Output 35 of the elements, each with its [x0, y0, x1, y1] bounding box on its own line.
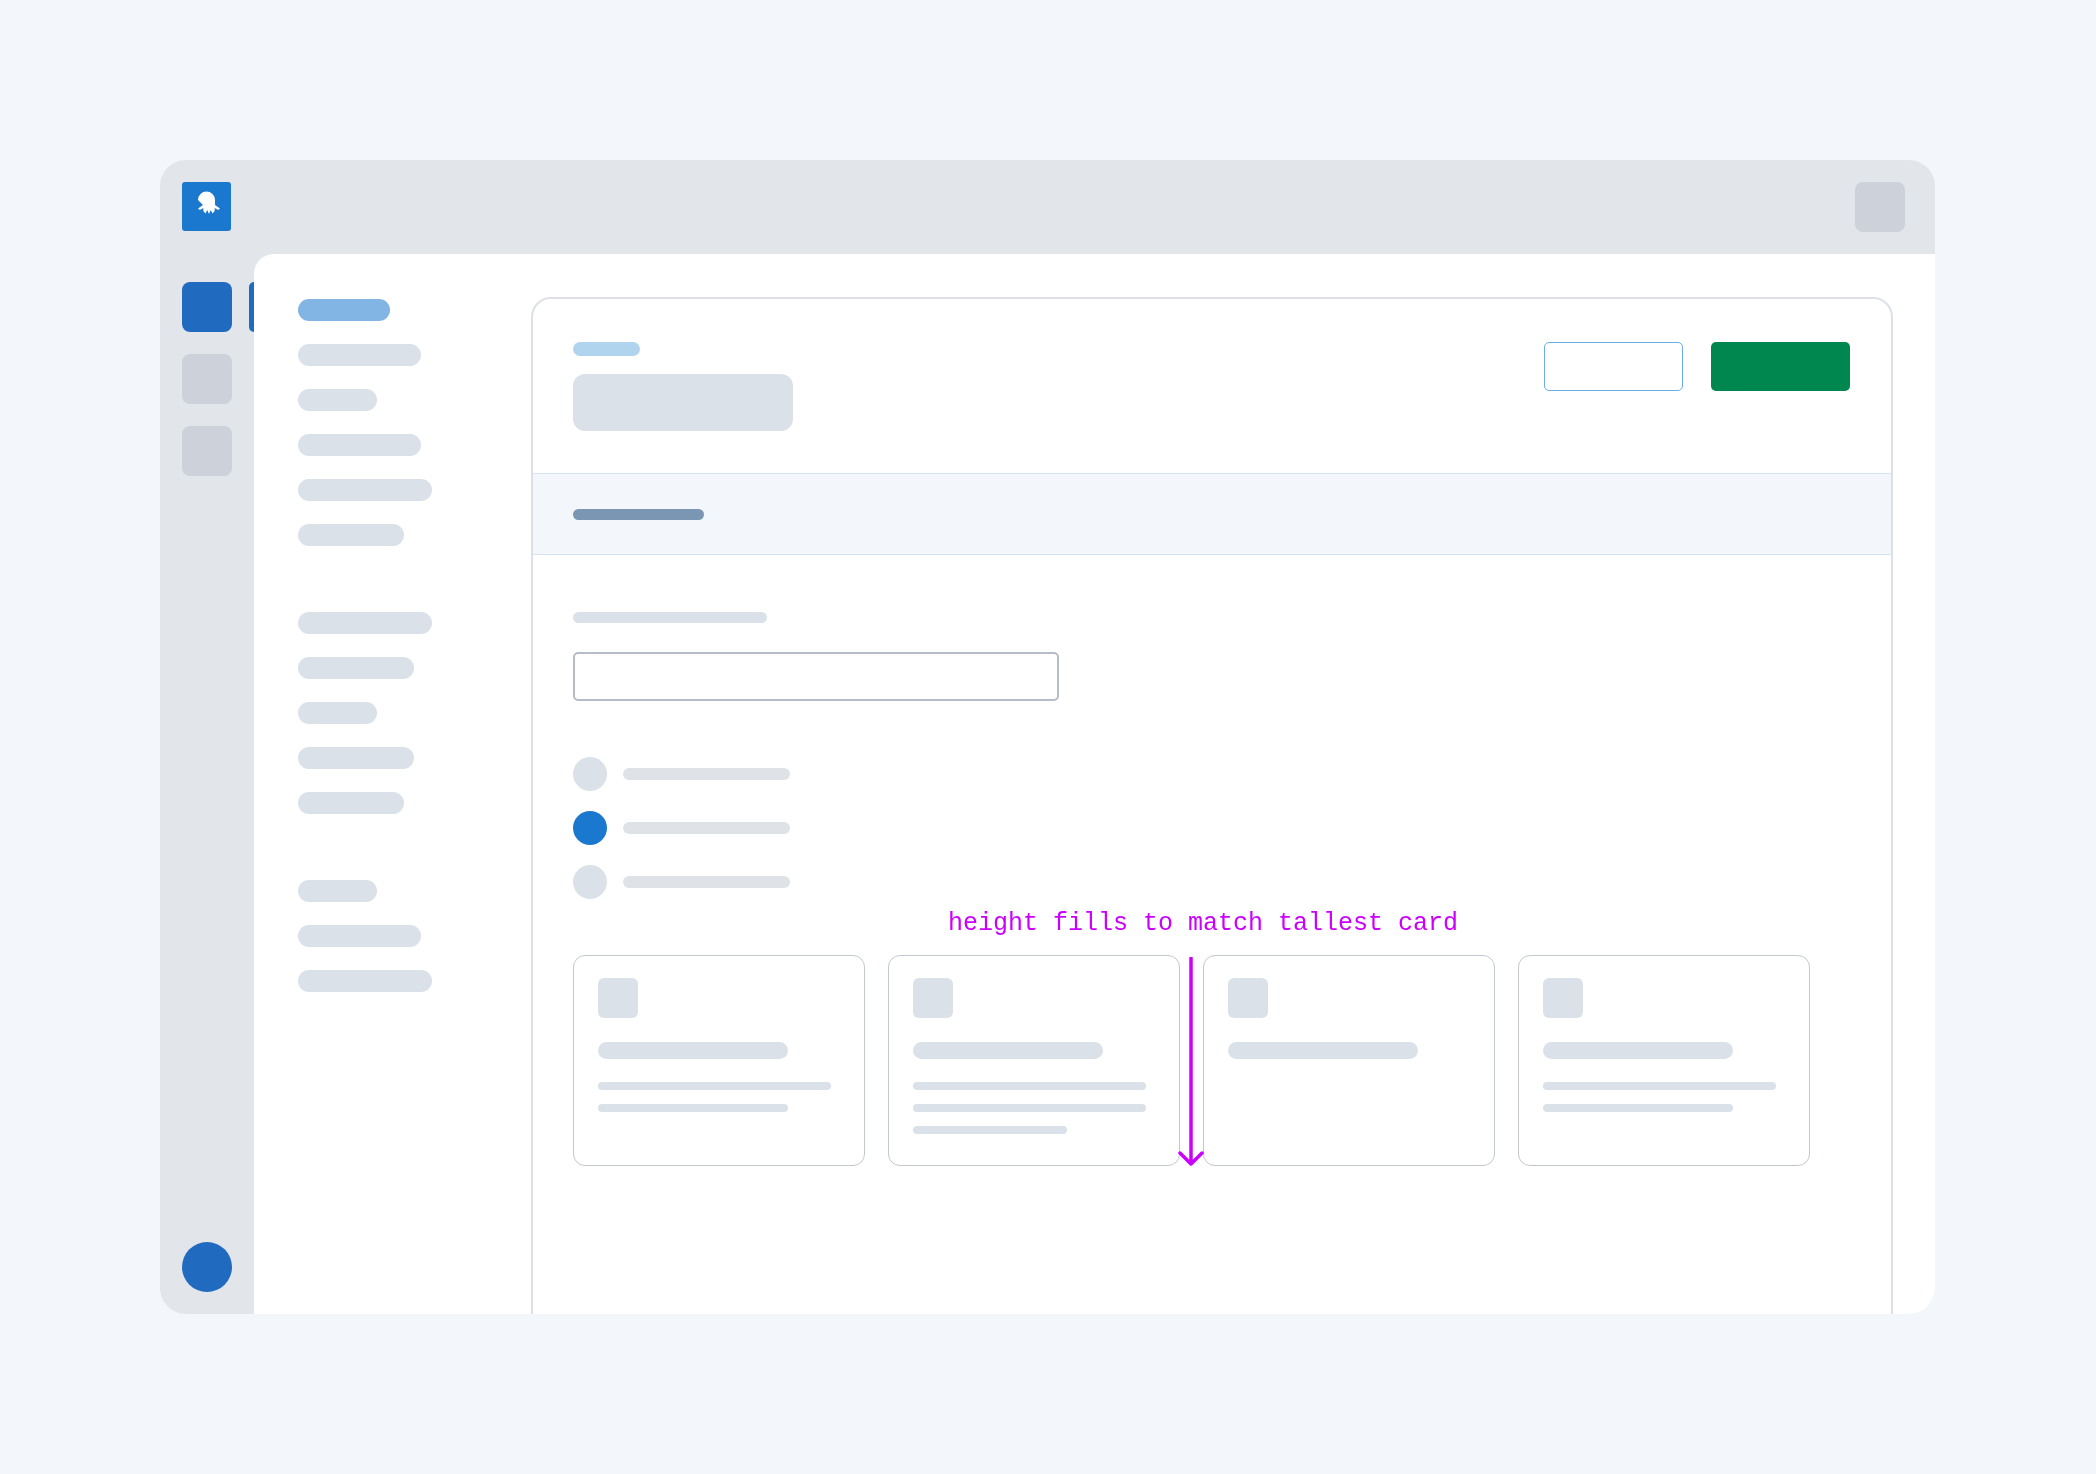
- sidebar-item[interactable]: [298, 524, 404, 546]
- sidebar-item[interactable]: [298, 657, 414, 679]
- octopus-logo-icon: [182, 182, 231, 231]
- option-card[interactable]: [888, 955, 1180, 1166]
- secondary-button[interactable]: [1544, 342, 1683, 391]
- sidebar-item[interactable]: [298, 792, 404, 814]
- sidebar-item[interactable]: [298, 880, 377, 902]
- tab-placeholder[interactable]: [573, 508, 704, 520]
- input-field[interactable]: [573, 652, 1059, 701]
- sidebar-item[interactable]: [298, 925, 421, 947]
- option-card[interactable]: [1203, 955, 1495, 1166]
- placeholder-icon: [913, 978, 953, 1018]
- radio-button[interactable]: [573, 757, 607, 791]
- option-card[interactable]: [1518, 955, 1810, 1166]
- sidebar-item[interactable]: [298, 389, 377, 411]
- sidebar-item[interactable]: [298, 344, 421, 366]
- placeholder-icon: [1543, 978, 1583, 1018]
- rail-item[interactable]: [182, 282, 232, 332]
- selection-indicator: [249, 282, 254, 332]
- breadcrumb-placeholder: [573, 342, 640, 356]
- placeholder-icon: [598, 978, 638, 1018]
- radio-button[interactable]: [573, 811, 607, 845]
- sidebar-item[interactable]: [298, 612, 432, 634]
- avatar-icon[interactable]: [182, 1242, 232, 1292]
- radio-button[interactable]: [573, 865, 607, 899]
- placeholder-icon: [1228, 978, 1268, 1018]
- sidebar-item[interactable]: [298, 299, 390, 321]
- sidebar-item[interactable]: [298, 747, 414, 769]
- sidebar-item[interactable]: [298, 702, 377, 724]
- sidebar-item[interactable]: [298, 434, 421, 456]
- primary-button[interactable]: [1711, 342, 1850, 391]
- annotation-text: height fills to match tallest card: [948, 909, 1459, 939]
- option-card[interactable]: [573, 955, 865, 1166]
- sidebar-item[interactable]: [298, 479, 432, 501]
- sidebar-item[interactable]: [298, 970, 432, 992]
